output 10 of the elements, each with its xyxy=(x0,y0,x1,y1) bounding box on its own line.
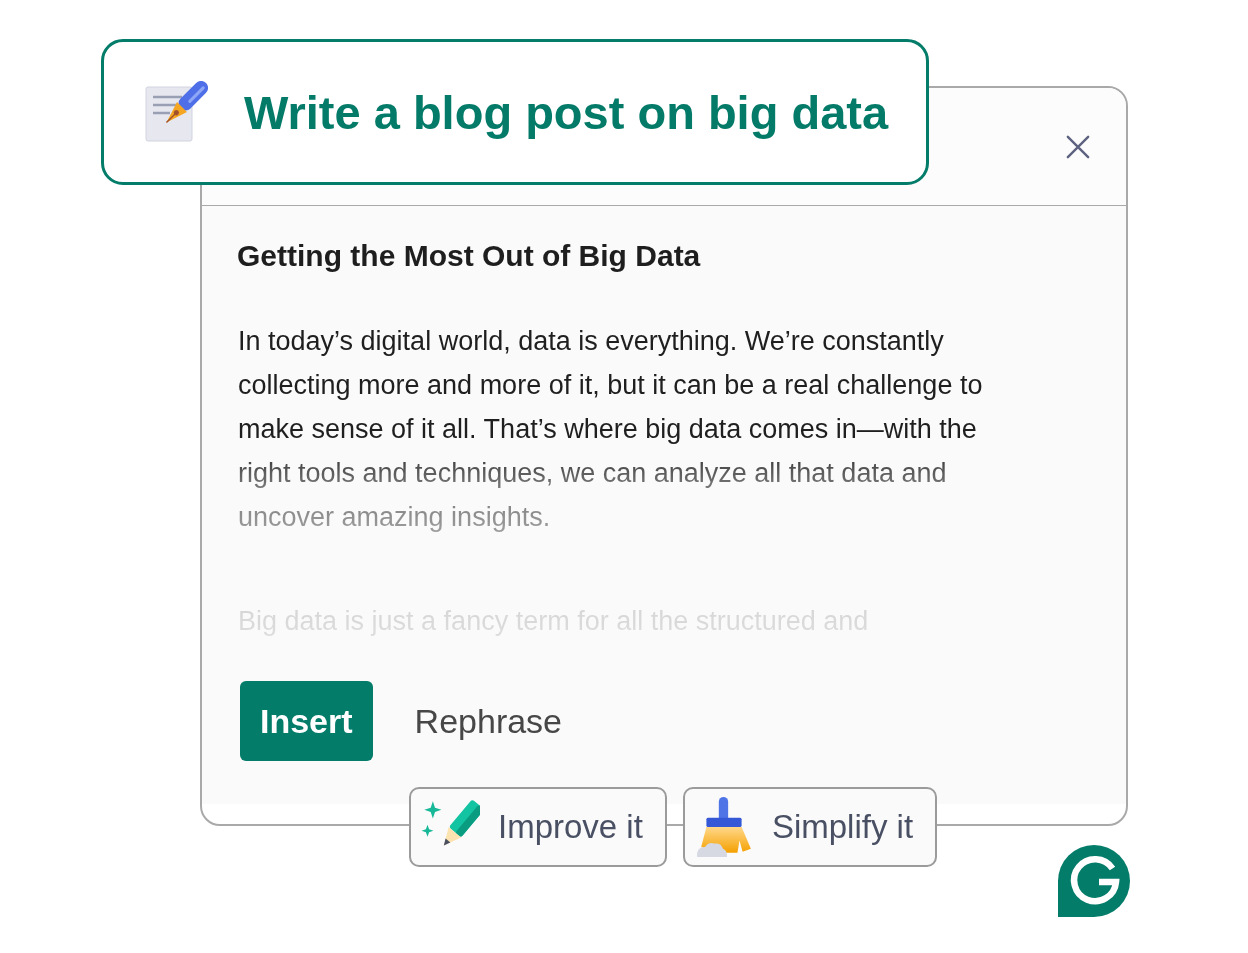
memo-pen-icon xyxy=(144,81,208,143)
g-logo-icon xyxy=(1058,845,1132,917)
suggestion-chip[interactable]: Improve it xyxy=(409,787,667,867)
insert-button[interactable]: Insert xyxy=(240,681,373,761)
draft-title: Getting the Most Out of Big Data xyxy=(237,238,701,274)
suggestion-chip[interactable]: Simplify it xyxy=(682,787,938,867)
prompt-text: Write a blog post on big data xyxy=(244,84,889,140)
draft-paragraph: In today’s digital world, data is everything. We’re constantly collecting more and more of it, but it can be a real challenge to make sense of it all. That’s where big data comes in—with the right tools and techniques, we can analyze all that data and uncover amazing insights. xyxy=(238,325,984,534)
rephrase-button[interactable]: Rephrase xyxy=(414,681,562,761)
close-icon[interactable] xyxy=(1066,134,1090,159)
